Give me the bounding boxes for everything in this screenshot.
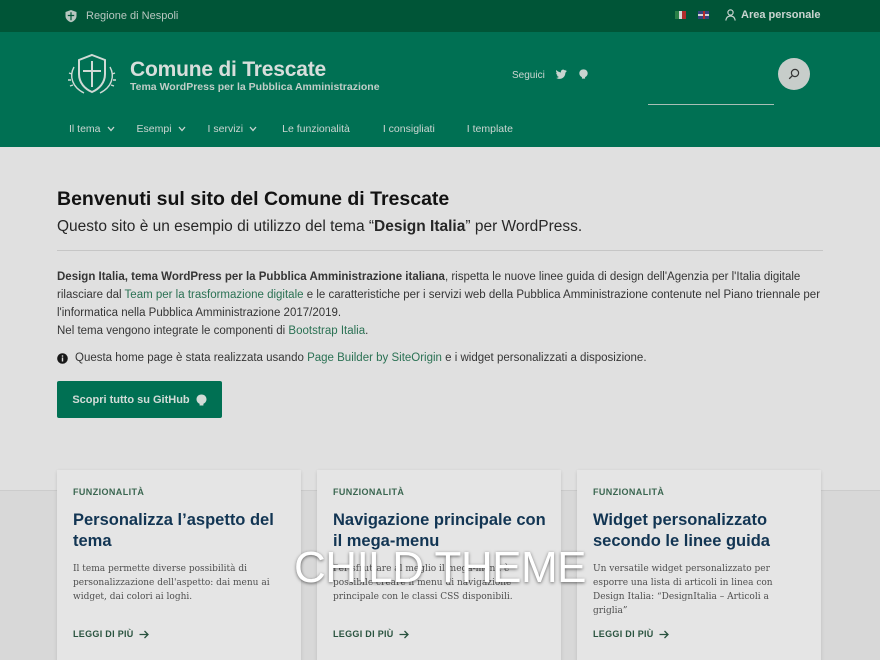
subtitle-text: Questo sito è un esempio di utilizzo del… [57, 218, 375, 235]
nav-item-label: I servizi [207, 123, 244, 135]
arrow-right-icon [659, 630, 669, 638]
watermark-caption: CHILD THEME [294, 543, 586, 592]
read-more-link[interactable]: LEGGI DI PIÙ [593, 629, 669, 639]
chevron-down-icon [249, 126, 257, 132]
github-icon[interactable] [578, 69, 589, 82]
intro-bold: Design Italia, tema WordPress per la Pub… [57, 271, 445, 283]
nav-item-label: Esempi [136, 123, 172, 135]
personal-area-link[interactable]: Area personale [725, 9, 820, 21]
personal-area-label: Area personale [741, 9, 821, 21]
site-name[interactable]: Comune di Trescate [130, 58, 326, 82]
nav-item-label: I consigliati [382, 123, 435, 135]
read-more-label: LEGGI DI PIÙ [593, 629, 654, 639]
main-navigation: Il tema Esempi I servizi Le funzionalità… [69, 123, 513, 135]
nav-item-i-template[interactable]: I template [467, 123, 513, 135]
site-tagline: Tema WordPress per la Pubblica Amministr… [130, 81, 380, 93]
page-title: Benvenuti sul sito del Comune di Trescat… [57, 188, 450, 210]
nav-item-label: Le funzionalità [282, 123, 350, 135]
intro-text: . [365, 325, 369, 337]
subtitle-highlight: Design Italia [374, 218, 466, 235]
card-kicker: FUNZIONALITÀ [73, 487, 145, 497]
read-more-link[interactable]: LEGGI DI PIÙ [333, 629, 409, 639]
intro-paragraph: Design Italia, tema WordPress per la Pub… [57, 268, 837, 340]
chevron-down-icon [107, 126, 115, 132]
nav-item-esempi[interactable]: Esempi [137, 123, 186, 135]
read-more-link[interactable]: LEGGI DI PIÙ [73, 629, 149, 639]
search-icon [788, 68, 800, 80]
nav-item-i-consigliati[interactable]: I consigliati [383, 123, 435, 135]
arrow-right-icon [399, 630, 409, 638]
nav-item-le-funzionalita[interactable]: Le funzionalità [282, 123, 350, 135]
github-icon [196, 394, 207, 405]
github-button[interactable]: Scopri tutto su GitHub [57, 381, 222, 418]
flag-uk-icon[interactable] [698, 11, 709, 19]
info-note: Questa home page è stata realizzata usan… [57, 352, 647, 364]
nav-item-il-tema[interactable]: Il tema [69, 123, 115, 135]
read-more-label: LEGGI DI PIÙ [333, 629, 394, 639]
info-icon [57, 352, 68, 364]
arrow-right-icon [139, 630, 149, 638]
divider [57, 250, 823, 251]
search-field [648, 86, 774, 105]
card-kicker: FUNZIONALITÀ [333, 487, 405, 497]
municipality-crest-icon[interactable] [64, 52, 120, 98]
nav-item-label: Il tema [69, 123, 101, 135]
info-text: e i widget personalizzati a disposizione… [441, 352, 647, 364]
nav-item-label: I template [466, 123, 513, 135]
intro-text: Nel tema vengono integrate le componenti… [57, 325, 289, 337]
page-subtitle: Questo sito è un esempio di utilizzo del… [57, 218, 582, 236]
bootstrap-link[interactable]: Bootstrap Italia [288, 325, 365, 337]
region-link[interactable]: Regione di Nespoli [64, 9, 178, 23]
read-more-label: LEGGI DI PIÙ [73, 629, 134, 639]
follow-label: Seguici [512, 70, 545, 81]
top-bar: Regione di Nespoli Area personale [0, 0, 880, 32]
social-bar: Seguici [512, 69, 589, 82]
search-button[interactable] [778, 58, 810, 90]
card-kicker: FUNZIONALITÀ [593, 487, 665, 497]
nav-item-i-servizi[interactable]: I servizi [208, 123, 258, 135]
github-button-label: Scopri tutto su GitHub [72, 393, 190, 406]
twitter-icon[interactable] [555, 69, 567, 82]
site-header: Comune di Trescate Tema WordPress per la… [0, 32, 880, 147]
page-builder-link[interactable]: Page Builder by SiteOrigin [307, 352, 442, 364]
region-label: Regione di Nespoli [86, 10, 179, 22]
flag-it-icon[interactable] [675, 11, 687, 19]
subtitle-text: ” per WordPress. [465, 218, 583, 235]
user-icon [725, 9, 736, 21]
chevron-down-icon [178, 126, 186, 132]
search-input[interactable] [648, 88, 774, 104]
shield-icon [65, 10, 77, 23]
language-switcher [675, 11, 709, 19]
team-link[interactable]: Team per la trasformazione digitale [125, 289, 304, 301]
info-text: Questa home page è stata realizzata usan… [75, 352, 308, 364]
